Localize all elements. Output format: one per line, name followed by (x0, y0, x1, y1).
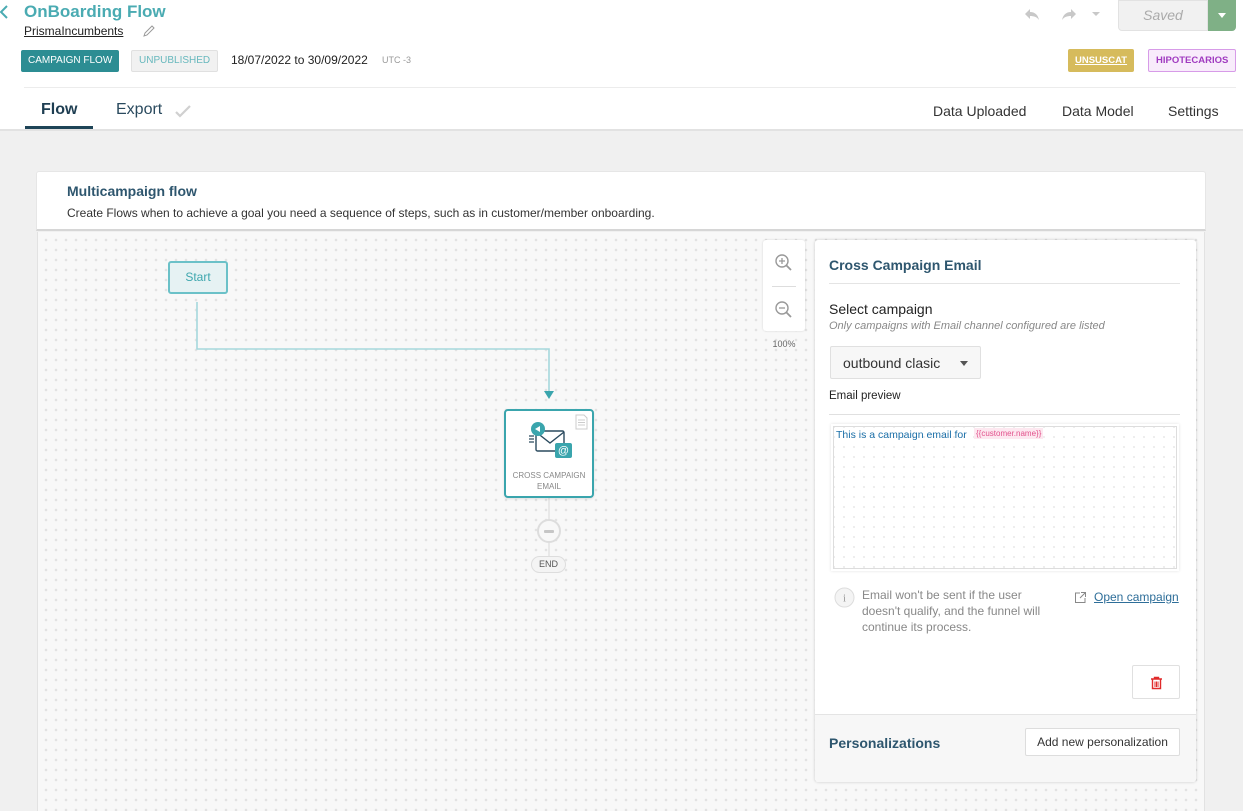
divider (829, 414, 1180, 415)
info-icon: i (834, 587, 855, 608)
zoom-level: 100% (772, 339, 796, 349)
external-link-icon[interactable] (1074, 591, 1087, 604)
tag-unsuscat[interactable]: UNSUSCAT (1068, 49, 1135, 72)
campaign-type-badge: CAMPAIGN FLOW (21, 50, 120, 72)
start-node[interactable]: Start (168, 261, 228, 294)
project-link[interactable]: PrismaIncumbents (24, 24, 123, 38)
personalizations-section: Personalizations Add new personalization (815, 714, 1196, 782)
date-range: 18/07/2022 to 30/09/2022 (231, 53, 368, 67)
remove-step-button[interactable] (537, 519, 561, 543)
chevron-down-icon (960, 361, 968, 366)
undo-icon[interactable] (1023, 6, 1041, 22)
email-megaphone-icon: @ (529, 422, 572, 458)
email-preview-body: This is a campaign email for {{customer.… (833, 426, 1177, 569)
email-preview-label: Email preview (829, 390, 901, 402)
campaign-select-value: outbound clasic (843, 355, 941, 371)
email-preview: This is a campaign email for {{customer.… (831, 424, 1179, 571)
svg-text:i: i (843, 593, 846, 605)
history-dropdown-icon[interactable] (1090, 6, 1102, 22)
email-node-label: CROSS CAMPAIGN EMAIL (512, 471, 586, 491)
select-campaign-label: Select campaign (829, 301, 933, 317)
check-icon (175, 105, 191, 118)
status-badge: UNPUBLISHED (131, 50, 219, 72)
header: OnBoarding Flow PrismaIncumbents CAMPAIG… (0, 0, 1243, 131)
flow-card-title: Multicampaign flow (67, 183, 197, 199)
timezone: UTC -3 (382, 55, 411, 65)
flow-card-description: Create Flows when to achieve a goal you … (67, 206, 655, 220)
active-tab-indicator (25, 126, 93, 129)
select-campaign-help: Only campaigns with Email channel config… (829, 320, 1105, 332)
document-icon[interactable] (575, 414, 588, 430)
email-preview-text: This is a campaign email for (836, 429, 967, 441)
zoom-divider (772, 286, 796, 287)
end-node: END (531, 556, 566, 573)
back-chevron-icon[interactable] (0, 2, 12, 22)
cross-campaign-email-node[interactable]: @ CROSS CAMPAIGN EMAIL (504, 409, 594, 498)
svg-text:@: @ (558, 445, 569, 457)
panel-title: Cross Campaign Email (829, 257, 982, 273)
save-status-button[interactable]: Saved (1118, 0, 1208, 31)
delete-node-button[interactable] (1132, 665, 1180, 699)
save-options-dropdown[interactable] (1208, 0, 1236, 31)
trash-icon (1151, 676, 1162, 690)
zoom-out-icon[interactable] (774, 300, 794, 320)
pencil-icon[interactable] (142, 24, 156, 38)
tab-settings[interactable]: Settings (1168, 103, 1219, 119)
divider (24, 87, 1236, 88)
personalizations-label: Personalizations (829, 735, 941, 751)
tab-data-uploaded[interactable]: Data Uploaded (933, 103, 1026, 119)
redo-icon[interactable] (1060, 6, 1078, 22)
node-settings-panel: Cross Campaign Email Select campaign Onl… (815, 240, 1196, 782)
campaign-select[interactable]: outbound clasic (830, 346, 981, 379)
add-personalization-button[interactable]: Add new personalization (1025, 728, 1180, 756)
tab-data-model[interactable]: Data Model (1062, 103, 1134, 119)
zoom-controls (763, 240, 805, 331)
flow-card-header: Multicampaign flow Create Flows when to … (36, 171, 1206, 231)
open-campaign-link[interactable]: Open campaign (1094, 590, 1179, 604)
zoom-in-icon[interactable] (774, 253, 794, 273)
tab-flow[interactable]: Flow (41, 101, 77, 119)
page-title: OnBoarding Flow (24, 2, 166, 21)
personalization-token: {{customer.name}} (974, 428, 1044, 439)
divider (829, 283, 1180, 284)
tab-export[interactable]: Export (116, 101, 162, 119)
tag-hipotecarios[interactable]: HIPOTECARIOS (1148, 49, 1237, 72)
info-text: Email won't be sent if the user doesn't … (862, 588, 1041, 634)
